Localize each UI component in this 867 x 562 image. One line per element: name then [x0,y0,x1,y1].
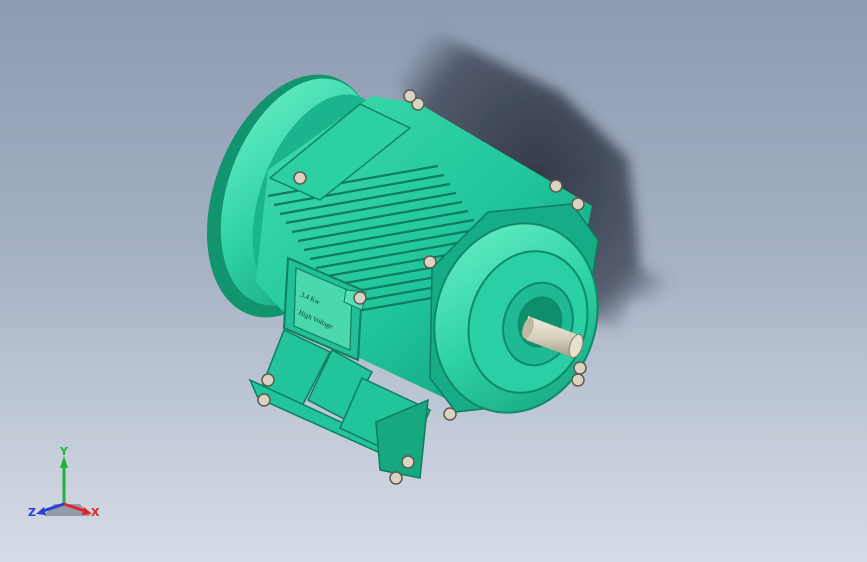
bolt-head [403,89,417,103]
motor-model[interactable]: 3.4 Kw High Voltage [0,0,867,562]
bolt-head [571,373,585,387]
bolt-head [443,407,457,421]
bolt-head [401,455,415,469]
bolt-head [353,291,367,305]
triad-y-label: Y [59,446,69,458]
bolt-head [293,171,307,185]
triad-z-arrow [36,507,46,515]
triad-z-label: Z [28,506,36,519]
bolt-head [571,197,585,211]
bolt-head [261,373,275,387]
bolt-head [549,179,563,193]
view-orientation-triad[interactable]: Y X Z [24,446,108,530]
graphics-viewport[interactable]: 3.4 Kw High Voltage Y X Z [0,0,867,562]
bolt-head [423,255,437,269]
bolt-head [573,361,587,375]
triad-x-label: X [91,506,100,519]
bolt-head [389,471,403,485]
bolt-head [257,393,271,407]
